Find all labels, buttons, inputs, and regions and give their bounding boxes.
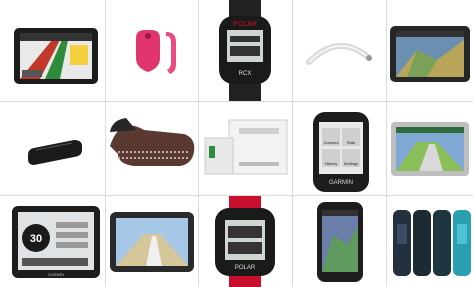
- watch-brand-label: POLAR: [233, 21, 257, 28]
- product-tile-polar-rcx-watch[interactable]: POLAR RCX: [199, 0, 292, 101]
- product-tile-clip-tracker[interactable]: [106, 0, 198, 101]
- dashboard-brand-label: GARMIN: [48, 272, 64, 277]
- grid-divider-horizontal: [0, 101, 473, 102]
- product-tile-handheld-gps[interactable]: [293, 196, 386, 287]
- bluetooth-headset-icon: [110, 118, 195, 166]
- clip-activity-tracker-icon: [136, 30, 176, 74]
- product-tile-headset[interactable]: [106, 102, 198, 195]
- grid-divider-vertical: [198, 0, 199, 287]
- grid-divider-vertical: [292, 0, 293, 287]
- product-tile-car-gps[interactable]: [0, 0, 105, 101]
- red-watch-brand-label: POLAR: [235, 265, 256, 271]
- usb-tracker-icon: [28, 140, 82, 165]
- bike-menu-courses: Courses: [324, 140, 339, 145]
- product-image-grid: POLAR RCX Courses Ride History Settings …: [0, 0, 473, 287]
- dashboard-gps-icon: 30 GARMIN: [12, 206, 100, 278]
- product-tile-motorcycle-gps[interactable]: [106, 196, 198, 287]
- bike-computer-icon: Courses Ride History Settings GARMIN: [313, 112, 369, 192]
- product-tile-bike-computer[interactable]: Courses Ride History Settings GARMIN: [293, 102, 386, 195]
- aviation-gps-icon: [390, 26, 470, 82]
- lab-analyzer-icon: [204, 119, 288, 175]
- product-tile-wristband-trackers[interactable]: [387, 196, 473, 287]
- grid-divider-horizontal: [0, 195, 473, 196]
- speed-readout: 30: [30, 233, 42, 245]
- product-tile-dashboard-gps[interactable]: 30 GARMIN: [0, 196, 105, 287]
- product-tile-lab-analyzer[interactable]: [199, 102, 292, 195]
- grid-divider-vertical: [105, 0, 106, 287]
- motorcycle-gps-icon: [110, 212, 194, 272]
- handheld-gps-icon: [317, 202, 363, 282]
- product-tile-headband[interactable]: [293, 0, 386, 101]
- sport-watch-icon: POLAR RCX: [219, 0, 271, 101]
- car-gps-navigator-icon: [14, 28, 98, 84]
- bike-menu-ride: Ride: [347, 140, 356, 145]
- grid-divider-vertical: [386, 0, 387, 287]
- bike-menu-settings: Settings: [344, 161, 358, 166]
- product-tile-car-gps-map[interactable]: [387, 102, 473, 195]
- wristband-trackers-icon: [393, 210, 471, 276]
- product-tile-usb-tracker[interactable]: [0, 102, 105, 195]
- headband-sensor-icon: [306, 42, 372, 65]
- product-tile-aviation-gps[interactable]: [387, 0, 473, 101]
- watch-model-label: RCX: [239, 71, 252, 77]
- car-gps-map-icon: [391, 122, 469, 176]
- red-sport-watch-icon: POLAR: [215, 196, 275, 287]
- bike-brand-label: GARMIN: [329, 180, 353, 186]
- product-tile-red-sport-watch[interactable]: POLAR: [199, 196, 292, 287]
- bike-menu-history: History: [325, 161, 337, 166]
